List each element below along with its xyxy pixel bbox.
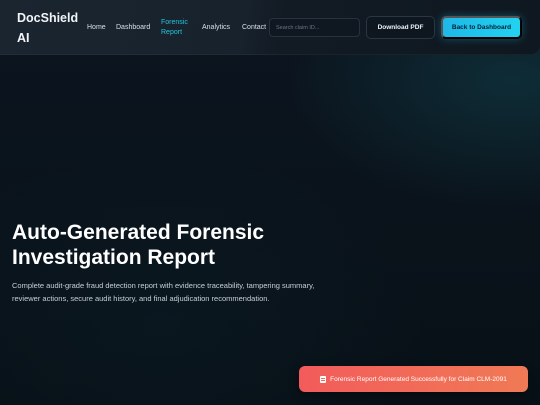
search-box [269, 18, 360, 37]
page-title: Auto-Generated Forensic Investigation Re… [12, 221, 265, 269]
back-to-dashboard-button[interactable]: Back to Dashboard [441, 16, 522, 39]
nav-forensic-report[interactable]: Forensic Report [161, 18, 197, 38]
toast-message: Forensic Report Generated Successfully f… [330, 375, 507, 383]
nav-analytics[interactable]: Analytics [202, 23, 230, 33]
nav-home[interactable]: Home [87, 23, 106, 33]
nav-dashboard[interactable]: Dashboard [116, 23, 150, 33]
success-toast[interactable]: Forensic Report Generated Successfully f… [299, 366, 528, 392]
top-navbar: DocShield AI Home Dashboard Forensic Rep… [0, 0, 540, 55]
page-background [0, 0, 540, 405]
document-icon [320, 375, 327, 383]
page-description: Complete audit-grade fraud detection rep… [12, 281, 315, 303]
download-pdf-button[interactable]: Download PDF [366, 16, 435, 39]
nav-contact[interactable]: Contact [242, 23, 266, 33]
search-input[interactable] [276, 24, 359, 31]
brand-logo[interactable]: DocShield AI [17, 8, 87, 48]
